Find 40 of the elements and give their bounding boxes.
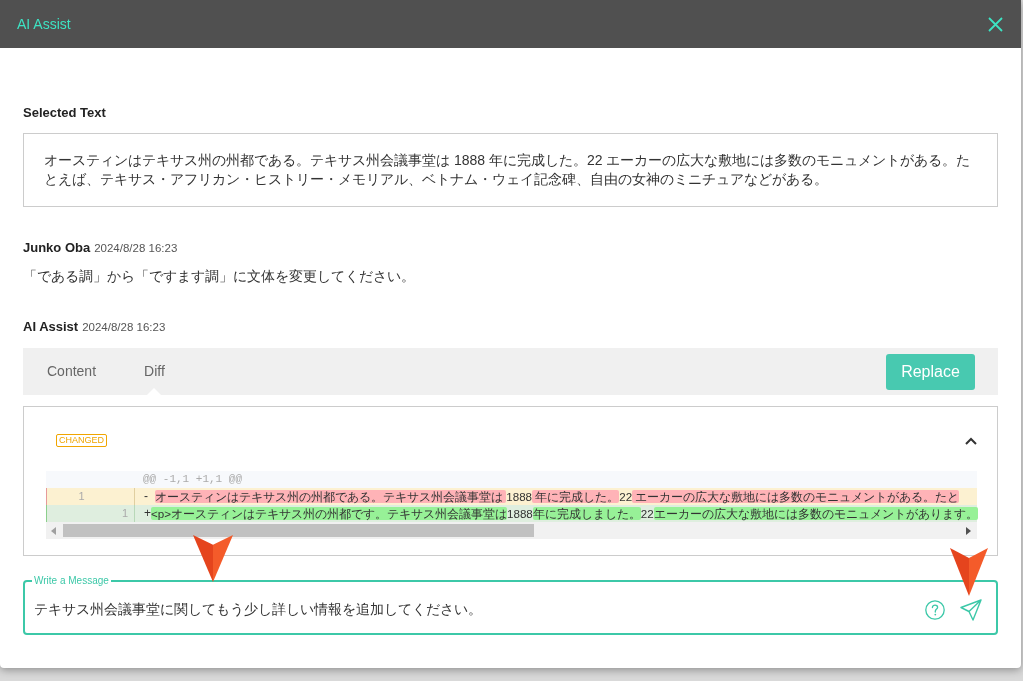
tab[interactable]: Diff	[120, 348, 189, 395]
author-name: Junko Oba	[23, 240, 91, 255]
close-icon	[988, 16, 1003, 32]
unchanged-text: 1888	[507, 507, 533, 520]
status-badge: CHANGED	[56, 434, 107, 447]
message-field[interactable]: Write a Message テキサス州会議事堂に関してもう少し詳しい情報を追加してください。	[23, 575, 998, 635]
arrow-marker-icon	[193, 535, 233, 582]
unchanged-text: 22	[640, 507, 654, 520]
collapse-icon[interactable]	[965, 436, 977, 445]
line-number: 1	[77, 489, 86, 504]
author-name: AI Assist	[23, 319, 79, 334]
tab[interactable]: Content	[23, 348, 121, 395]
inserted-text: エーカーの広大な敷地には多数のモニュメントがあります。	[653, 507, 978, 520]
inserted-text: <p>オースティンはテキサス州の州都です。テキサス州会議事堂は	[151, 507, 507, 520]
field-label: Write a Message	[33, 575, 110, 587]
help-icon[interactable]	[925, 600, 945, 620]
send-icon[interactable]	[960, 599, 982, 621]
horizontal-scrollbar[interactable]	[46, 522, 977, 539]
unchanged-text: 22	[619, 490, 633, 503]
unchanged-text: 1888	[506, 490, 533, 503]
line-number: 1	[120, 506, 129, 521]
removed-text: エーカーの広大な敷地には多数のモニュメントがある。たと	[632, 490, 960, 503]
scrollbar-thumb[interactable]	[63, 524, 534, 537]
section-label: Selected Text	[23, 105, 107, 121]
diff-sign: -	[144, 488, 149, 505]
message-input[interactable]: テキサス州会議事堂に関してもう少し詳しい情報を追加してください。	[34, 596, 917, 624]
close-button[interactable]	[988, 16, 1003, 32]
arrow-marker-icon	[950, 548, 988, 596]
hunk-header: @@ -1,1 +1,1 @@	[46, 471, 977, 488]
message-time: 2024/8/28 16:23	[82, 321, 166, 333]
message-time: 2024/8/28 16:23	[94, 242, 178, 254]
inserted-text: 年に完成しました。	[532, 507, 641, 520]
dialog-title: AI Assist	[17, 14, 71, 34]
removed-text: オースティンはテキサス州の州都である。テキサス州会議事堂は	[155, 490, 507, 503]
scroll-right-icon[interactable]	[966, 526, 971, 535]
removed-text: 年に完成した。	[532, 490, 620, 503]
scroll-left-icon[interactable]	[51, 526, 56, 535]
diff-sign: +	[144, 505, 151, 522]
message-text: 「である調」から「ですます調」に文体を変更してください。	[23, 267, 416, 286]
selected-text: オースティンはテキサス州の州都である。テキサス州会議事堂は 1888 年に完成した。22 エーカーの広大な敷地には多数のモニュメントがある。たとえば、テキサス・アフリカン・ヒストリー・メモリアル、ベトナム・ウェイ記念碑、自由の女神のミニチュアなどがある。	[23, 133, 998, 207]
